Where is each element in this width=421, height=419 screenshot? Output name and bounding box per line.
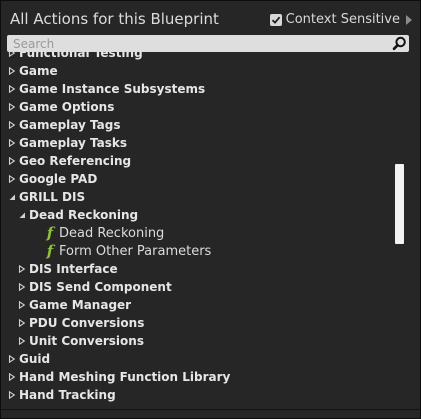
item-label: Form Other Parameters	[59, 243, 212, 259]
item-label: Hand Tracking	[19, 388, 116, 402]
caret-right-icon[interactable]	[7, 170, 17, 188]
item-label: Game Options	[19, 100, 115, 114]
caret-down-icon[interactable]	[7, 188, 17, 206]
caret-right-icon[interactable]	[7, 62, 17, 80]
category-item[interactable]: Gameplay Tags	[7, 116, 121, 134]
divider	[1, 409, 420, 410]
search-input[interactable]	[7, 35, 387, 52]
category-item[interactable]: DIS Send Component	[17, 278, 172, 296]
item-label: Gameplay Tasks	[19, 136, 128, 150]
search-icon[interactable]	[392, 36, 407, 51]
caret-right-icon[interactable]	[17, 260, 27, 278]
item-label: Hand Meshing Function Library	[19, 370, 231, 384]
category-item[interactable]: Game Options	[7, 98, 114, 116]
caret-right-icon[interactable]	[7, 152, 17, 170]
caret-right-icon[interactable]	[17, 296, 27, 314]
category-item[interactable]: Gameplay Tasks	[7, 134, 127, 152]
caret-right-icon[interactable]	[7, 52, 17, 62]
category-item[interactable]: Game Instance Subsystems	[7, 80, 205, 98]
item-label: Unit Conversions	[29, 334, 144, 348]
context-sensitive-toggle[interactable]: Context Sensitive	[269, 12, 412, 27]
context-sensitive-checkbox[interactable]	[269, 13, 282, 26]
function-f-icon: f	[46, 242, 54, 260]
menu-header: All Actions for this Blueprint Context S…	[1, 1, 420, 35]
caret-right-icon[interactable]	[7, 98, 17, 116]
category-item[interactable]: DIS Interface	[17, 260, 118, 278]
category-item[interactable]: Game	[7, 62, 58, 80]
function-f-icon: f	[46, 224, 54, 242]
category-item[interactable]: PDU Conversions	[17, 314, 144, 332]
blueprint-action-menu: All Actions for this Blueprint Context S…	[0, 0, 421, 419]
category-item[interactable]: Guid	[7, 350, 50, 368]
search-bar	[7, 35, 409, 52]
caret-down-icon[interactable]	[17, 206, 27, 224]
item-label: Geo Referencing	[19, 154, 132, 168]
item-label: PDU Conversions	[29, 316, 145, 330]
item-label: GRILL DIS	[19, 190, 86, 204]
item-label: Gameplay Tags	[19, 118, 121, 132]
scrollbar-thumb[interactable]	[395, 164, 404, 244]
category-item[interactable]: Hand Meshing Function Library	[7, 368, 230, 386]
item-label: Guid	[19, 352, 51, 366]
item-label: DIS Send Component	[29, 280, 172, 294]
item-label: Game	[19, 64, 58, 78]
item-label: Functional Testing	[19, 52, 143, 60]
caret-right-icon[interactable]	[7, 350, 17, 368]
caret-right-icon[interactable]	[17, 332, 27, 350]
category-item[interactable]: Dead Reckoning	[17, 206, 138, 224]
action-item[interactable]: f Dead Reckoning	[43, 224, 165, 242]
caret-right-icon[interactable]	[7, 368, 17, 386]
item-label: Game Manager	[29, 298, 132, 312]
caret-right-icon[interactable]	[7, 80, 17, 98]
item-label: Game Instance Subsystems	[19, 82, 206, 96]
category-item[interactable]: Geo Referencing	[7, 152, 131, 170]
action-item[interactable]: f Form Other Parameters	[43, 242, 212, 260]
category-item[interactable]: Functional Testing	[7, 52, 143, 62]
chevron-right-icon[interactable]	[406, 14, 412, 25]
category-item[interactable]: Hand Tracking	[7, 386, 116, 404]
item-label: DIS Interface	[29, 262, 118, 276]
category-item[interactable]: Game Manager	[17, 296, 131, 314]
caret-right-icon[interactable]	[17, 278, 27, 296]
caret-right-icon[interactable]	[17, 314, 27, 332]
caret-right-icon[interactable]	[7, 134, 17, 152]
category-item[interactable]: Google PAD	[7, 170, 97, 188]
item-label: Google PAD	[19, 172, 98, 186]
context-sensitive-label: Context Sensitive	[285, 12, 400, 27]
menu-title: All Actions for this Blueprint	[10, 10, 219, 28]
category-item[interactable]: Unit Conversions	[17, 332, 144, 350]
item-label: Dead Reckoning	[59, 225, 165, 241]
caret-right-icon[interactable]	[7, 116, 17, 134]
checkmark-icon	[271, 16, 280, 24]
item-label: Dead Reckoning	[29, 208, 139, 222]
action-tree: Functional Testing Game Game Instance Subs…	[5, 52, 409, 409]
category-item[interactable]: GRILL DIS	[7, 188, 85, 206]
caret-right-icon[interactable]	[7, 386, 17, 404]
